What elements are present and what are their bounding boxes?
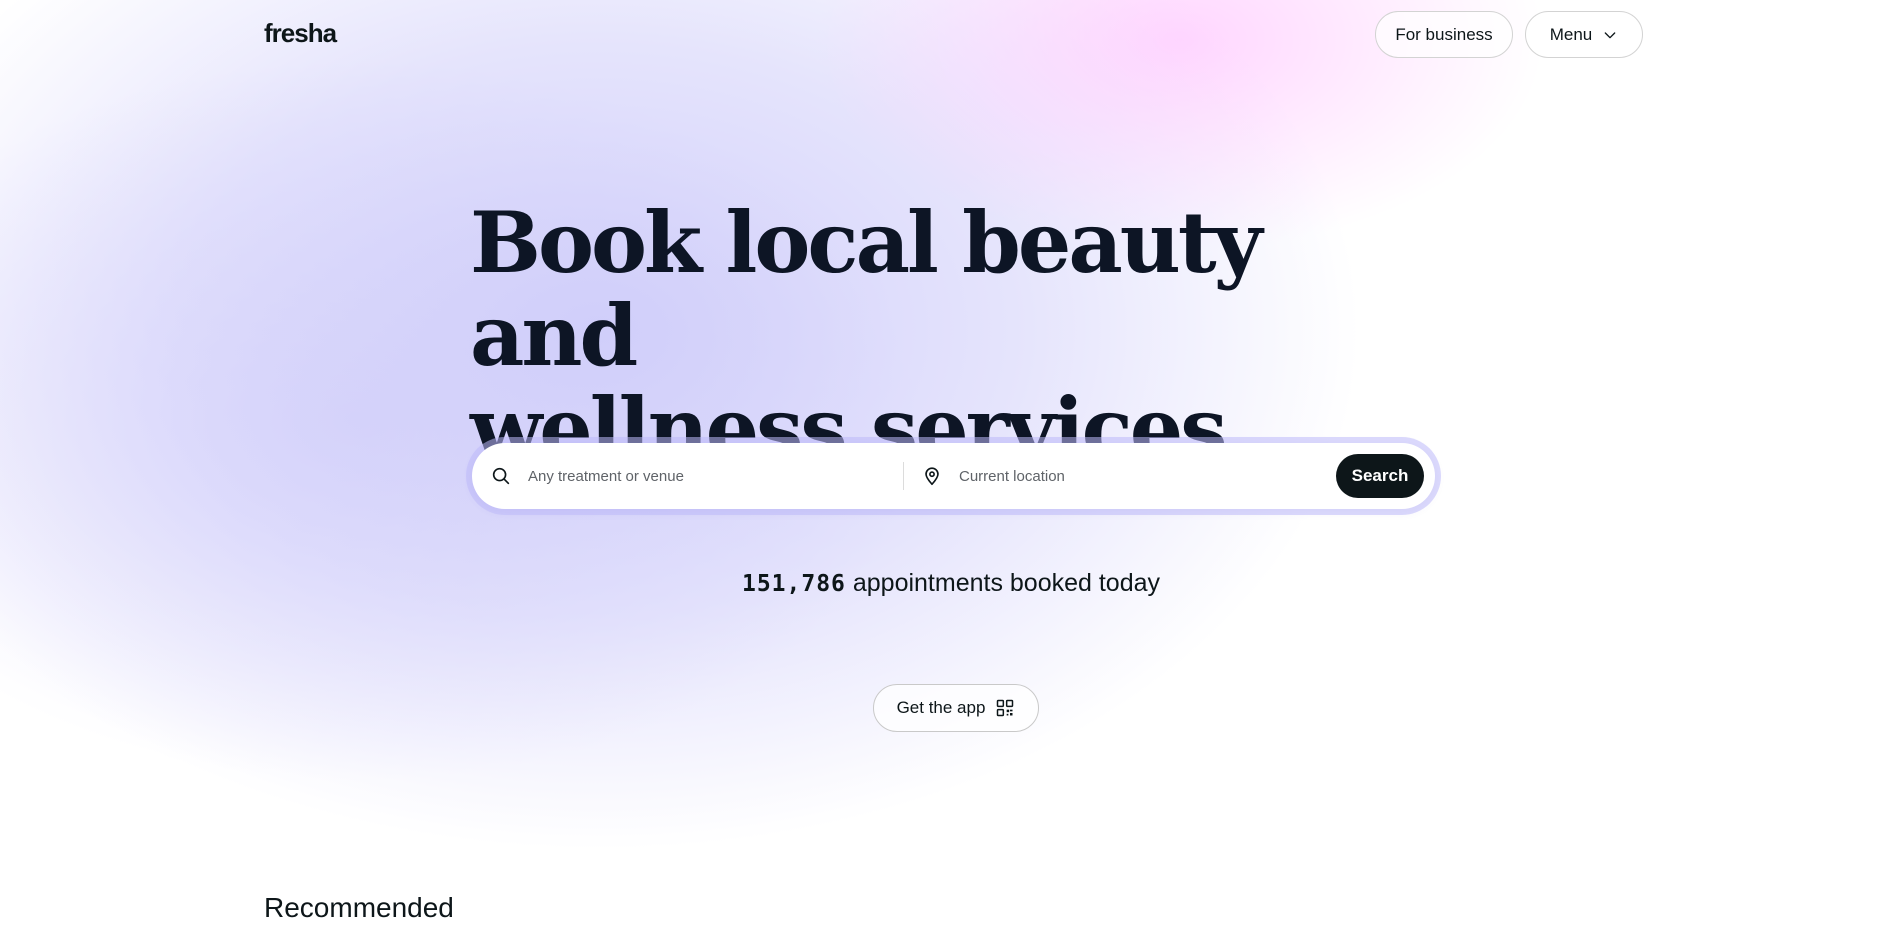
get-the-app-label: Get the app (896, 698, 986, 717)
chevron-down-icon (1604, 31, 1616, 38)
menu-label: Menu (1549, 24, 1593, 44)
appointments-count: 151,786 (741, 571, 846, 597)
fresha-logo[interactable]: fresha (264, 18, 337, 49)
appointments-stat: 151,786 appointments booked today (0, 569, 1902, 598)
location-input[interactable] (957, 466, 1291, 486)
appointments-label: appointments booked today (845, 569, 1161, 597)
qr-code-icon (997, 699, 1014, 717)
treatment-field[interactable] (472, 462, 904, 490)
recommended-heading: Recommended (264, 892, 454, 923)
location-field[interactable] (904, 462, 1336, 490)
location-pin-icon (925, 467, 939, 486)
menu-button[interactable]: Menu (1525, 11, 1643, 58)
search-bar: Search (472, 443, 1435, 509)
hero-headline-line-1: Book local beauty and (470, 193, 1262, 385)
hero-headline: Book local beauty and wellness services (470, 196, 1330, 475)
search-button[interactable]: Search (1336, 454, 1424, 498)
search-icon (492, 467, 510, 485)
for-business-label: For business (1395, 24, 1493, 44)
for-business-button[interactable]: For business (1375, 11, 1513, 58)
treatment-search-input[interactable] (526, 466, 860, 486)
get-the-app-button[interactable]: Get the app (873, 684, 1039, 732)
